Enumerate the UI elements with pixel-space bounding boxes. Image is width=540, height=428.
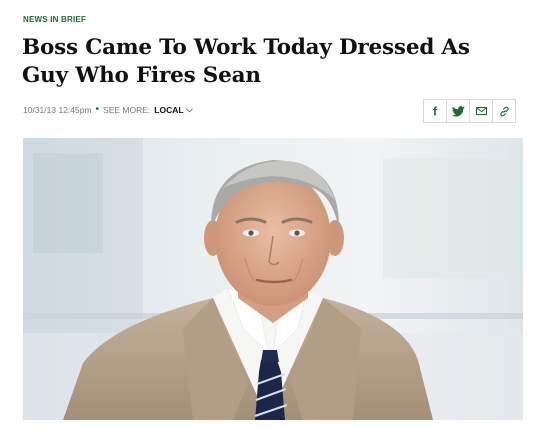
timestamp: 10/31/13 12:45pm	[23, 105, 92, 115]
article-meta: 10/31/13 12:45pm • SEE MORE: LOCAL	[23, 105, 193, 115]
svg-text:f: f	[433, 105, 438, 117]
article-photo	[23, 138, 523, 420]
see-more-label: SEE MORE:	[103, 105, 151, 115]
man-in-suit-photo	[23, 138, 523, 420]
email-icon	[475, 107, 487, 115]
chevron-down-icon	[185, 107, 193, 113]
twitter-icon	[451, 105, 465, 116]
share-bar: f	[423, 99, 516, 123]
facebook-share-button[interactable]: f	[423, 99, 447, 123]
topic-dropdown[interactable]: LOCAL	[154, 105, 193, 115]
headline: Boss Came To Work Today Dressed As Guy W…	[22, 35, 470, 88]
link-icon	[499, 106, 509, 116]
separator-dot: •	[95, 104, 100, 115]
email-share-button[interactable]	[469, 99, 493, 123]
link-share-button[interactable]	[492, 99, 516, 123]
facebook-icon: f	[433, 105, 438, 117]
twitter-share-button[interactable]	[446, 99, 470, 123]
section-label[interactable]: NEWS IN BRIEF	[23, 15, 86, 24]
topic-label: LOCAL	[154, 105, 184, 115]
